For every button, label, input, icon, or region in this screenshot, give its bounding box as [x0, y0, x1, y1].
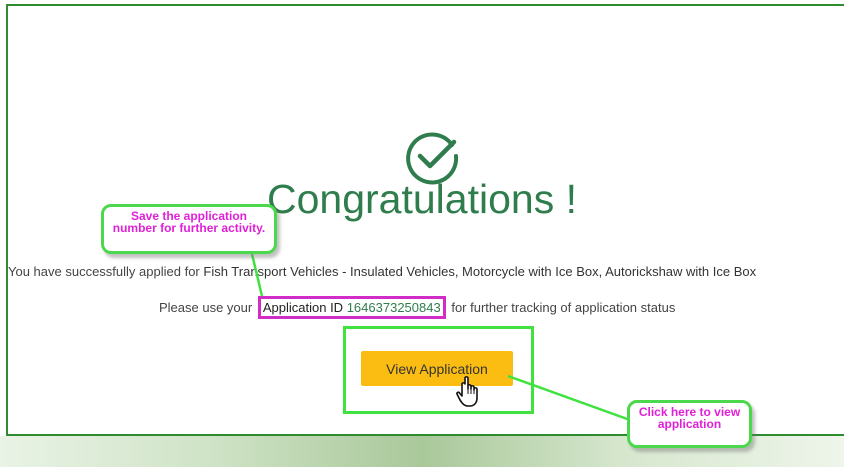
application-id-label: Application ID [262, 300, 344, 315]
view-application-button[interactable]: View Application [361, 351, 513, 386]
application-id-number: 1646373250843 [346, 300, 441, 315]
view-application-callout: Click here to view application [627, 400, 752, 448]
tracking-instruction: Please use your Application ID 164637325… [159, 296, 675, 319]
success-message: You have successfully applied for Fish T… [8, 264, 756, 279]
hand-pointer-icon [456, 376, 478, 407]
success-text: You have successfully applied for [8, 264, 200, 279]
save-id-callout: Save the application number for further … [101, 204, 277, 254]
instruction-prefix: Please use your [159, 300, 253, 315]
instruction-suffix: for further tracking of application stat… [451, 300, 676, 315]
applied-services: Fish Transport Vehicles - Insulated Vehi… [203, 264, 757, 279]
application-id-highlight: Application ID 1646373250843 [257, 296, 446, 319]
